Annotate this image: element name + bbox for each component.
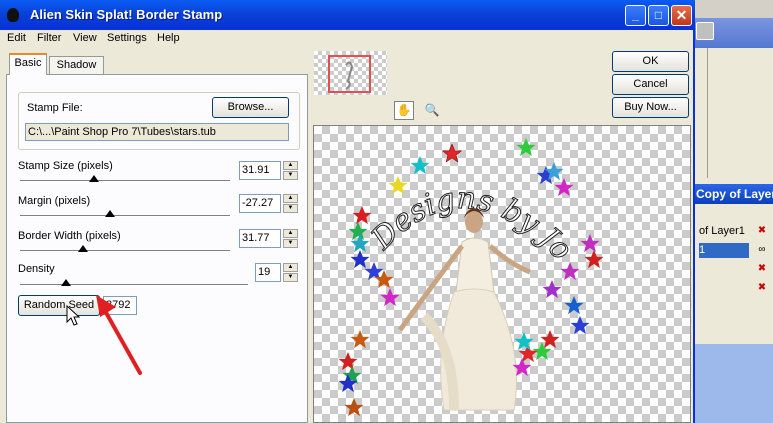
slider-track: [20, 180, 230, 182]
slider-track: [20, 215, 230, 217]
slider-track: [20, 250, 230, 252]
spin-down-icon[interactable]: ▼: [283, 204, 298, 213]
slider-thumb[interactable]: [88, 175, 99, 182]
close-icon: ✕: [675, 7, 688, 23]
density-slider[interactable]: [20, 276, 248, 288]
navigator-viewport-box[interactable]: [328, 55, 371, 93]
minimize-button[interactable]: _: [625, 5, 646, 26]
stamp-size-spinner[interactable]: ▲ ▼: [283, 161, 298, 180]
layer-row[interactable]: 1 ∞: [695, 243, 773, 258]
buy-now-button[interactable]: Buy Now...: [612, 97, 689, 118]
density-input[interactable]: 19: [255, 263, 281, 282]
menu-edit[interactable]: Edit: [7, 32, 26, 44]
minimize-icon: _: [632, 8, 639, 22]
maximize-icon: □: [654, 8, 663, 22]
menu-bar: Edit Filter View Settings Help: [0, 30, 693, 48]
layers-palette-window: Copy of Layer1 of Layer1 ✖ 1 ∞ ✖ ✖: [693, 18, 773, 423]
spin-up-icon[interactable]: ▲: [283, 263, 298, 272]
spin-up-icon[interactable]: ▲: [283, 229, 298, 238]
spin-down-icon[interactable]: ▼: [283, 171, 298, 180]
stamp-file-path-field[interactable]: C:\...\Paint Shop Pro 7\Tubes\stars.tub: [25, 123, 289, 141]
menu-settings[interactable]: Settings: [107, 32, 147, 44]
palette-close-button[interactable]: [696, 22, 714, 40]
stamp-file-label: Stamp File:: [27, 102, 83, 114]
visibility-on-icon[interactable]: ∞: [755, 244, 769, 256]
spin-up-icon[interactable]: ▲: [283, 194, 298, 203]
zoom-tool-button[interactable]: 🔍: [422, 101, 442, 120]
palette-lower-panel: [693, 344, 773, 423]
stamp-size-label: Stamp Size (pixels): [18, 160, 113, 172]
menu-view[interactable]: View: [73, 32, 97, 44]
mouse-cursor-icon: [66, 305, 80, 326]
border-width-spinner[interactable]: ▲ ▼: [283, 229, 298, 248]
slider-thumb[interactable]: [78, 245, 88, 252]
tab-shadow[interactable]: Shadow: [49, 56, 104, 74]
preview-image: Designs by Joy: [314, 126, 604, 417]
spin-up-icon[interactable]: ▲: [283, 161, 298, 170]
spin-down-icon[interactable]: ▼: [283, 273, 298, 282]
density-label: Density: [18, 263, 55, 275]
annotation-arrow: [96, 295, 142, 375]
border-width-slider[interactable]: [20, 242, 230, 254]
margin-input[interactable]: -27.27: [239, 194, 281, 213]
layer-row[interactable]: ✖: [695, 281, 773, 296]
slider-thumb[interactable]: [105, 210, 116, 217]
layer-name: 1: [699, 243, 749, 258]
layer-row[interactable]: of Layer1 ✖: [695, 224, 773, 239]
cancel-button[interactable]: Cancel: [612, 74, 689, 95]
visibility-off-icon[interactable]: ✖: [755, 263, 769, 275]
app-icon: [7, 8, 19, 22]
menu-help[interactable]: Help: [157, 32, 180, 44]
maximize-button[interactable]: □: [648, 5, 669, 26]
menu-filter[interactable]: Filter: [37, 32, 61, 44]
stamp-size-slider[interactable]: [20, 172, 230, 184]
density-spinner[interactable]: ▲ ▼: [283, 263, 298, 282]
slider-track: [20, 284, 248, 286]
preview-canvas[interactable]: Designs by Joy: [313, 125, 691, 423]
layer-name: of Layer1: [699, 225, 745, 237]
visibility-off-icon[interactable]: ✖: [755, 282, 769, 294]
slider-thumb[interactable]: [60, 279, 71, 286]
layer-row[interactable]: ✖: [695, 262, 773, 277]
stamp-size-input[interactable]: 31.91: [239, 161, 281, 180]
window-title: Alien Skin Splat! Border Stamp: [30, 7, 223, 22]
layers-palette-title: Copy of Layer1: [693, 184, 773, 204]
ok-button[interactable]: OK: [612, 51, 689, 72]
border-width-input[interactable]: 31.77: [239, 229, 281, 248]
browse-button[interactable]: Browse...: [212, 97, 289, 118]
layers-palette-titlebar: [693, 18, 773, 48]
tab-basic[interactable]: Basic: [9, 53, 47, 75]
hand-tool-button[interactable]: ✋: [394, 101, 414, 120]
visibility-off-icon[interactable]: ✖: [755, 225, 769, 237]
layer-name: [699, 262, 749, 277]
margin-label: Margin (pixels): [18, 195, 91, 207]
preview-navigator[interactable]: [314, 51, 387, 95]
watermark-text: Designs by Joy: [314, 126, 579, 267]
zoom-icon: 🔍: [424, 103, 440, 117]
title-bar: Alien Skin Splat! Border Stamp _ □ ✕: [0, 0, 695, 30]
hand-icon: ✋: [396, 103, 412, 117]
border-width-label: Border Width (pixels): [18, 230, 121, 242]
palette-side-panel: [693, 48, 708, 178]
margin-spinner[interactable]: ▲ ▼: [283, 194, 298, 213]
layer-name: [699, 281, 749, 296]
dancer-figure: [397, 208, 531, 411]
margin-slider[interactable]: [20, 207, 230, 219]
spin-down-icon[interactable]: ▼: [283, 239, 298, 248]
random-seed-button[interactable]: Random Seed: [18, 295, 100, 316]
close-button[interactable]: ✕: [671, 5, 692, 26]
